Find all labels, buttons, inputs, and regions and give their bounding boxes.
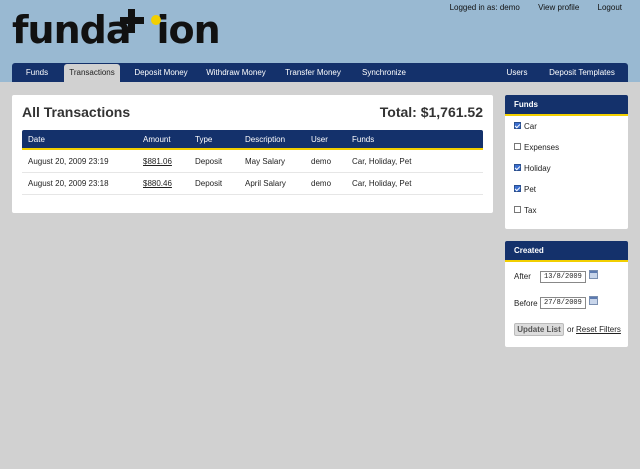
fund-filter-car[interactable]: Car [514,121,537,133]
row-date: August 20, 2009 23:18 [28,179,109,188]
before-date-input[interactable]: 27/8/2009 [540,297,586,309]
after-label: After [514,272,531,281]
row-date: August 20, 2009 23:19 [28,157,109,166]
logged-in-label: Logged in as: demo [449,3,520,12]
calendar-icon[interactable] [589,296,598,305]
checkbox-unchecked[interactable] [514,143,521,151]
main-nav: Funds Transactions Deposit Money Withdra… [12,63,628,82]
row-user: demo [311,179,332,188]
update-list-button[interactable]: Update List [514,323,564,336]
checkbox-checked[interactable] [514,122,521,130]
nav-transfer-money[interactable]: Transfer Money [278,63,348,82]
nav-synchronize[interactable]: Synchronize [354,63,414,82]
nav-transactions[interactable]: Transactions [64,64,120,82]
total-amount: Total: $1,761.52 [379,104,483,120]
fund-label: Car [524,122,537,131]
fund-filter-pet[interactable]: Pet [514,184,536,196]
nav-withdraw-money[interactable]: Withdraw Money [200,63,272,82]
checkbox-unchecked[interactable] [514,206,521,214]
row-type: Deposit [195,179,223,188]
fundation-logo[interactable]: funda ion [12,8,221,52]
fund-label: Expenses [524,143,560,152]
or-text: or [567,325,575,334]
row-funds: Car, Holiday, Pet [352,157,412,166]
checkbox-checked[interactable] [514,185,521,193]
nav-deposit-money[interactable]: Deposit Money [126,63,196,82]
plus-icon [120,9,144,33]
fund-filter-tax[interactable]: Tax [514,205,536,217]
before-label: Before [514,299,538,308]
column-user: User [311,135,328,144]
created-filter-panel: Created After 13/8/2009 Before 27/8/2009… [505,241,628,347]
nav-users[interactable]: Users [500,63,534,82]
column-funds: Funds [352,135,375,144]
logo-dot [151,15,161,25]
column-amount: Amount [143,135,171,144]
table-header: Date Amount Type Description User Funds [22,130,483,150]
calendar-icon[interactable] [589,270,598,279]
fund-label: Holiday [524,164,551,173]
row-funds: Car, Holiday, Pet [352,179,412,188]
row-user: demo [311,157,332,166]
column-date: Date [28,135,45,144]
table-row: August 20, 2009 23:19 $881.06 Deposit Ma… [22,151,483,173]
transactions-panel: All Transactions Total: $1,761.52 Date A… [12,95,493,213]
row-description: April Salary [245,179,286,188]
row-amount-link[interactable]: $880.46 [143,173,172,194]
reset-filters-link[interactable]: Reset Filters [576,323,621,336]
funds-filter-panel: Funds Car Expenses Holiday Pet Tax [505,95,628,229]
created-filter-title: Created [505,241,628,262]
fund-label: Pet [524,185,537,194]
row-type: Deposit [195,157,223,166]
row-description: May Salary [245,157,286,166]
nav-funds[interactable]: Funds [16,63,58,82]
view-profile-link[interactable]: View profile [538,3,579,12]
logout-link[interactable]: Logout [598,3,622,12]
page-title: All Transactions [22,104,131,120]
checkbox-checked[interactable] [514,164,521,172]
row-amount-link[interactable]: $881.06 [143,151,172,172]
nav-deposit-templates[interactable]: Deposit Templates [540,63,624,82]
funds-filter-title: Funds [505,95,628,116]
logo-text: funda ion [12,8,221,52]
fund-filter-holiday[interactable]: Holiday [514,163,551,175]
fund-filter-expenses[interactable]: Expenses [514,142,559,154]
table-row: August 20, 2009 23:18 $880.46 Deposit Ap… [22,173,483,195]
after-date-input[interactable]: 13/8/2009 [540,271,586,283]
column-type: Type [195,135,213,144]
fund-label: Tax [524,206,537,215]
user-bar: Logged in as: demo View profile Logout [434,3,622,12]
column-description: Description [245,135,286,144]
header: funda ion Logged in as: demo View profile… [0,0,640,82]
